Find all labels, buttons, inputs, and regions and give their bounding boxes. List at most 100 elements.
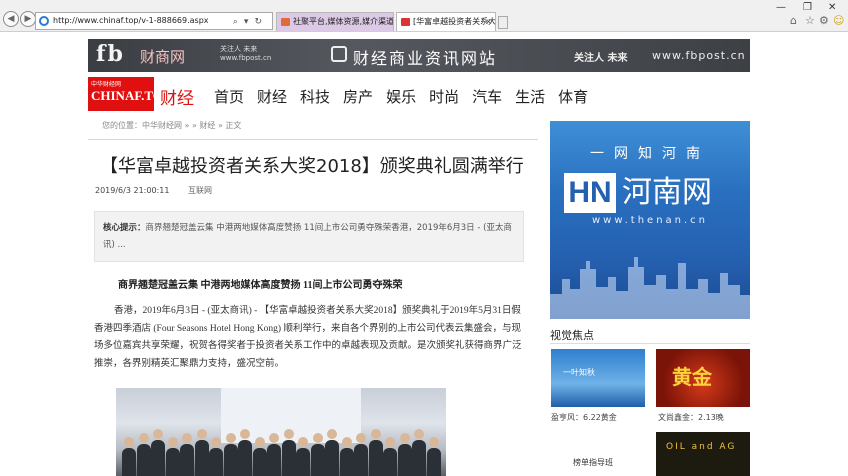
top-banner-ad[interactable]: fb 财商网 关注人 未来 www.fbpost.cn 财经商业资讯网站 关注人… xyxy=(88,39,750,72)
banner-logo: fb xyxy=(96,41,125,67)
nav-item-sports[interactable]: 体育 xyxy=(558,86,588,107)
thumb-overlay-text: 黄金 xyxy=(672,365,712,389)
restore-icon[interactable]: ❐ xyxy=(803,2,812,13)
smiley-icon[interactable]: ☺ xyxy=(833,14,844,27)
sidebar-ad-henan[interactable]: 一网知河南 HN 河南网 www.thenan.cn xyxy=(550,121,750,319)
thumb-gold-2[interactable]: 黄金 xyxy=(656,349,750,407)
person-silhouette xyxy=(426,448,441,476)
person-silhouette xyxy=(383,448,397,476)
minimize-icon[interactable]: — xyxy=(776,2,786,13)
nav-item-entertainment[interactable]: 娱乐 xyxy=(386,86,416,107)
person-head xyxy=(138,433,149,443)
person-head xyxy=(182,433,192,443)
main-nav: 首页 财经 科技 房产 娱乐 时尚 汽车 生活 体育 xyxy=(214,86,588,107)
person-silhouette xyxy=(339,448,354,476)
person-silhouette xyxy=(267,444,281,476)
person-head xyxy=(196,429,207,439)
nav-item-fashion[interactable]: 时尚 xyxy=(429,86,459,107)
person-silhouette xyxy=(165,448,180,476)
banner-mark-icon xyxy=(331,46,347,62)
ie-icon xyxy=(39,16,49,26)
person-head xyxy=(327,429,337,439)
article-body: 香港，2019年6月3日 - (亚太商讯) - 【华富卓越投资者关系大奖2018… xyxy=(94,306,522,369)
refresh-icon[interactable]: ↻ xyxy=(254,17,268,27)
address-tools: ⌕▾↻ xyxy=(233,14,268,29)
site-logo[interactable]: 中华财经网 CHINAF.TOP xyxy=(88,77,171,111)
ad-tagline: 一网知河南 xyxy=(590,146,710,162)
address-bar[interactable]: http://www.chinaf.top/v-1-888669.aspx ⌕▾… xyxy=(35,12,273,30)
tab-label: [华富卓越投资者关系大奖... xyxy=(413,17,496,26)
person-silhouette xyxy=(325,440,339,476)
banner-name: 财商网 xyxy=(140,48,186,66)
thumb-oil[interactable]: OIL and AG xyxy=(656,432,750,476)
person-silhouette xyxy=(223,444,238,476)
person-head xyxy=(428,437,439,447)
thumb-caption[interactable]: 盈亨风：6.22黄金 xyxy=(551,412,617,423)
person-silhouette xyxy=(136,444,151,476)
person-head xyxy=(153,429,163,439)
tab-label: 社聚平台,媒体资源,媒介渠道_... xyxy=(293,17,394,26)
nav-item-life[interactable]: 生活 xyxy=(515,86,545,107)
new-tab-button[interactable] xyxy=(498,16,508,29)
person-head xyxy=(312,433,323,443)
browser-chrome: ◀ ▶ http://www.chinaf.top/v-1-888669.asp… xyxy=(0,0,848,32)
visual-focus-title: 视觉焦点 xyxy=(550,329,594,342)
banner-url: www.fbpost.cn xyxy=(652,49,746,62)
nav-item-finance[interactable]: 财经 xyxy=(257,86,287,107)
person-silhouette xyxy=(310,444,325,476)
person-silhouette xyxy=(368,440,383,476)
person-silhouette xyxy=(252,448,267,476)
home-icon[interactable]: ⌂ xyxy=(790,14,797,27)
tab-media-channel[interactable]: 社聚平台,媒体资源,媒介渠道_... xyxy=(276,12,394,31)
nav-item-home[interactable]: 首页 xyxy=(214,86,244,107)
article-title: 【华富卓越投资者关系大奖2018】颁奖典礼圆满举行 xyxy=(100,156,524,177)
person-head xyxy=(399,433,410,443)
person-head xyxy=(341,437,352,447)
person-silhouette xyxy=(238,440,252,476)
url-text: http://www.chinaf.top/v-1-888669.aspx xyxy=(53,16,209,25)
nav-item-realestate[interactable]: 房产 xyxy=(343,86,373,107)
person-head xyxy=(124,437,134,447)
back-icon[interactable]: ◀ xyxy=(3,11,19,27)
person-head xyxy=(167,437,178,447)
close-window-icon[interactable]: ✕ xyxy=(828,2,836,13)
summary-label: 核心提示： xyxy=(103,223,146,233)
person-head xyxy=(254,437,265,447)
tab-favicon-icon xyxy=(401,18,410,26)
article-source[interactable]: 互联网 xyxy=(188,186,212,195)
banner-small-text: 关注人 未来 www.fbpost.cn xyxy=(220,45,272,62)
article-summary: 核心提示：商界翘楚冠盖云集 中港两地媒体高度赞扬 11间上市公司勇夺殊荣香港，2… xyxy=(94,211,524,262)
close-tab-icon[interactable]: × xyxy=(485,13,492,31)
ad-logo: HN xyxy=(564,173,616,213)
ad-url: www.thenan.cn xyxy=(591,215,709,226)
forward-icon[interactable]: ▶ xyxy=(20,11,36,27)
thumb-gold-1[interactable]: 一叶知秋 xyxy=(551,349,645,407)
divider xyxy=(88,139,538,140)
summary-text: 商界翘楚冠盖云集 中港两地媒体高度赞扬 11间上市公司勇夺殊荣香港，2019年6… xyxy=(103,223,512,250)
person-head xyxy=(283,429,294,439)
tab-article[interactable]: [华富卓越投资者关系大奖... × xyxy=(396,12,496,31)
thumb-caption[interactable]: 文尚鑫金：2.13晚 xyxy=(658,412,724,423)
person-head xyxy=(385,437,395,447)
person-silhouette xyxy=(122,448,136,476)
person-silhouette xyxy=(296,448,310,476)
ad-name: 河南网 xyxy=(622,175,712,210)
person-head xyxy=(225,433,236,443)
person-head xyxy=(269,433,279,443)
settings-gear-icon[interactable]: ⚙ xyxy=(819,14,829,27)
nav-item-auto[interactable]: 汽车 xyxy=(472,86,502,107)
person-head xyxy=(414,429,424,439)
logo-main-text: CHINAF.TOP xyxy=(91,88,171,103)
favorites-icon[interactable]: ☆ xyxy=(805,14,815,27)
person-head xyxy=(370,429,381,439)
banner-slogan: 关注人 未来 xyxy=(574,53,628,64)
banner-title: 财经商业资讯网站 xyxy=(353,49,498,68)
sidebar-link[interactable]: 榜单指导班 xyxy=(573,457,613,468)
thumb-overlay-text: OIL and AG xyxy=(666,442,737,452)
dropdown-icon[interactable]: ▾ xyxy=(244,17,255,27)
logo-top-text: 中华财经网 xyxy=(91,81,122,88)
person-silhouette xyxy=(412,440,426,476)
nav-item-tech[interactable]: 科技 xyxy=(300,86,330,107)
search-icon[interactable]: ⌕ xyxy=(233,17,244,27)
article-subhead: 商界翘楚冠盖云集 中港两地媒体高度赞扬 11间上市公司勇夺殊荣 xyxy=(118,280,403,291)
